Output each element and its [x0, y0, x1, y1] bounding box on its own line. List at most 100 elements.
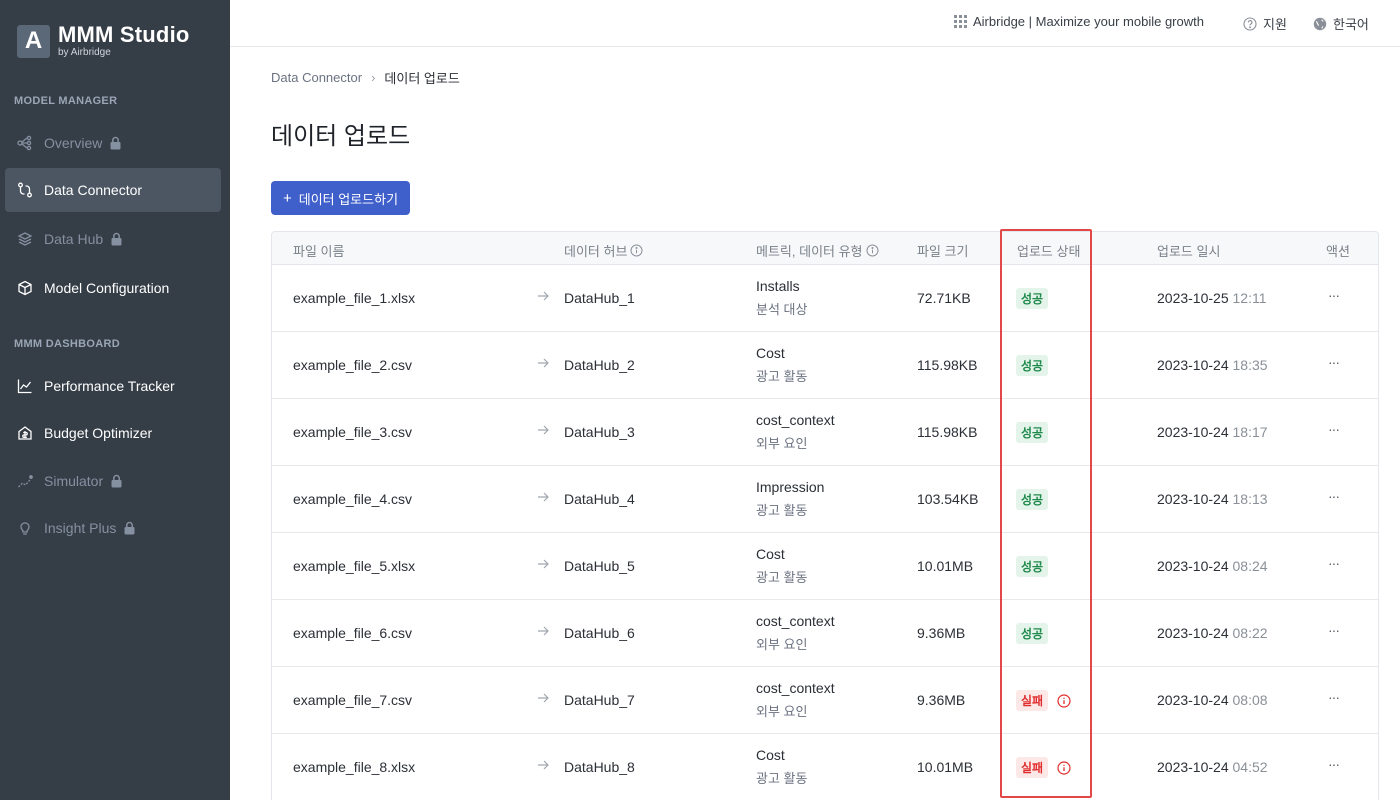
status-badge: 성공	[1016, 288, 1049, 309]
data-hub-name[interactable]: DataHub_7	[564, 692, 635, 708]
sidebar-item-label: Overview	[44, 135, 103, 151]
sidebar-item-performance-tracker[interactable]: Performance Tracker	[5, 364, 221, 408]
sidebar-item-data-connector[interactable]: Data Connector	[5, 168, 221, 212]
metric-cell: cost_context 외부 요인	[756, 680, 835, 720]
plus-icon: +	[282, 189, 292, 207]
metric-name: Cost	[756, 546, 785, 562]
more-icon: ···	[1328, 287, 1340, 303]
metric-name: cost_context	[756, 412, 835, 428]
file-name: example_file_5.xlsx	[293, 558, 416, 574]
table-row[interactable]: example_file_5.xlsx DataHub_5 Cost 광고 활동…	[272, 533, 1378, 600]
more-icon: ···	[1328, 689, 1340, 705]
file-name: example_file_3.csv	[293, 424, 413, 440]
upload-date: 2023-10-24	[1157, 491, 1229, 507]
upload-time: 18:35	[1232, 357, 1268, 373]
data-hub-name[interactable]: DataHub_5	[564, 558, 635, 574]
error-info-icon[interactable]	[1057, 760, 1071, 775]
brand[interactable]: A MMM Studio by Airbridge	[17, 24, 190, 58]
file-size: 115.98KB	[917, 424, 978, 440]
sidebar-item-label: Performance Tracker	[44, 378, 175, 394]
arrow-right-icon	[536, 490, 550, 507]
sidebar-item-simulator[interactable]: Simulator	[5, 459, 221, 503]
metric-cell: Cost 광고 활동	[756, 546, 807, 586]
status-cell: 성공	[1016, 489, 1049, 510]
arrow-right-icon	[536, 758, 550, 775]
layers-icon	[17, 231, 33, 247]
data-hub-name[interactable]: DataHub_2	[564, 357, 635, 373]
upload-date: 2023-10-25	[1157, 290, 1229, 306]
breadcrumb-parent[interactable]: Data Connector	[271, 70, 362, 85]
table-row[interactable]: example_file_7.csv DataHub_7 cost_contex…	[272, 667, 1378, 734]
data-hub-name[interactable]: DataHub_8	[564, 759, 635, 775]
error-info-icon[interactable]	[1057, 693, 1071, 708]
sidebar-item-model-configuration[interactable]: Model Configuration	[5, 266, 221, 310]
file-name: example_file_6.csv	[293, 625, 413, 641]
data-hub-name[interactable]: DataHub_3	[564, 424, 635, 440]
table-row[interactable]: example_file_4.csv DataHub_4 Impression …	[272, 466, 1378, 533]
more-actions-button[interactable]: ···	[1328, 354, 1340, 370]
breadcrumb: Data Connector › 데이터 업로드	[271, 68, 460, 87]
sidebar-item-data-hub[interactable]: Data Hub	[5, 217, 221, 261]
breadcrumb-current: 데이터 업로드	[384, 71, 460, 86]
more-actions-button[interactable]: ···	[1328, 689, 1340, 705]
table-row[interactable]: example_file_6.csv DataHub_6 cost_contex…	[272, 600, 1378, 667]
metric-name: cost_context	[756, 613, 835, 629]
upload-datetime: 2023-10-24 08:22	[1157, 625, 1268, 641]
page-title: 데이터 업로드	[271, 123, 411, 150]
table-row[interactable]: example_file_8.xlsx DataHub_8 Cost 광고 활동…	[272, 734, 1378, 800]
upload-table: 파일 이름 데이터 허브 메트릭, 데이터 유형 파일 크기 업로드 상태 업로…	[271, 231, 1379, 800]
data-type: 광고 활동	[756, 771, 808, 786]
metric-cell: cost_context 외부 요인	[756, 613, 835, 653]
upload-time: 04:52	[1232, 759, 1268, 775]
column-header-action: 액션	[1326, 244, 1350, 259]
metric-name: cost_context	[756, 680, 835, 696]
sidebar-item-label: Model Configuration	[44, 280, 170, 296]
data-type: 광고 활동	[756, 503, 808, 518]
more-icon: ···	[1328, 488, 1340, 504]
section-label-mmm-dashboard: MMM DASHBOARD	[14, 338, 120, 350]
metric-name: Installs	[756, 278, 800, 294]
top-bar: Airbridge | Maximize your mobile growth …	[230, 0, 1400, 47]
upload-time: 12:11	[1232, 290, 1267, 306]
more-actions-button[interactable]: ···	[1328, 756, 1340, 772]
table-header: 파일 이름 데이터 허브 메트릭, 데이터 유형 파일 크기 업로드 상태 업로…	[272, 232, 1378, 265]
more-actions-button[interactable]: ···	[1328, 488, 1340, 504]
column-header-file-name: 파일 이름	[293, 244, 345, 259]
more-actions-button[interactable]: ···	[1328, 287, 1340, 303]
table-row[interactable]: example_file_1.xlsx DataHub_1 Installs 분…	[272, 265, 1378, 332]
status-badge: 성공	[1016, 422, 1049, 443]
file-size: 9.36MB	[917, 625, 966, 641]
more-actions-button[interactable]: ···	[1328, 622, 1340, 638]
data-hub-name[interactable]: DataHub_1	[564, 290, 635, 306]
language-label: 한국어	[1333, 17, 1369, 32]
upload-time: 08:08	[1232, 692, 1268, 708]
file-size: 72.71KB	[917, 290, 971, 306]
sidebar-item-budget-optimizer[interactable]: Budget Optimizer	[5, 411, 221, 455]
airbridge-link[interactable]: Airbridge | Maximize your mobile growth	[954, 14, 1204, 29]
upload-data-button[interactable]: + 데이터 업로드하기	[271, 181, 410, 215]
sidebar-item-overview[interactable]: Overview	[5, 121, 221, 165]
more-actions-button[interactable]: ···	[1328, 555, 1340, 571]
upload-date: 2023-10-24	[1157, 357, 1229, 373]
data-type: 외부 요인	[756, 704, 808, 719]
upload-date: 2023-10-24	[1157, 625, 1229, 641]
upload-datetime: 2023-10-24 08:08	[1157, 692, 1268, 708]
data-hub-name[interactable]: DataHub_6	[564, 625, 635, 641]
table-row[interactable]: example_file_2.csv DataHub_2 Cost 광고 활동 …	[272, 332, 1378, 399]
more-actions-button[interactable]: ···	[1328, 421, 1340, 437]
table-row[interactable]: example_file_3.csv DataHub_3 cost_contex…	[272, 399, 1378, 466]
upload-time: 18:17	[1232, 424, 1268, 440]
metric-cell: Cost 광고 활동	[756, 345, 807, 385]
column-header-date: 업로드 일시	[1157, 244, 1221, 259]
support-link[interactable]: 지원	[1243, 14, 1287, 33]
file-size: 9.36MB	[917, 692, 966, 708]
upload-date: 2023-10-24	[1157, 759, 1229, 775]
status-cell: 성공	[1016, 422, 1049, 443]
language-selector[interactable]: 한국어	[1313, 14, 1369, 33]
data-hub-name[interactable]: DataHub_4	[564, 491, 635, 507]
more-icon: ···	[1328, 622, 1340, 638]
data-type: 광고 활동	[756, 369, 808, 384]
more-icon: ···	[1328, 756, 1340, 772]
status-cell: 성공	[1016, 355, 1049, 376]
sidebar-item-insight-plus[interactable]: Insight Plus	[5, 506, 221, 550]
